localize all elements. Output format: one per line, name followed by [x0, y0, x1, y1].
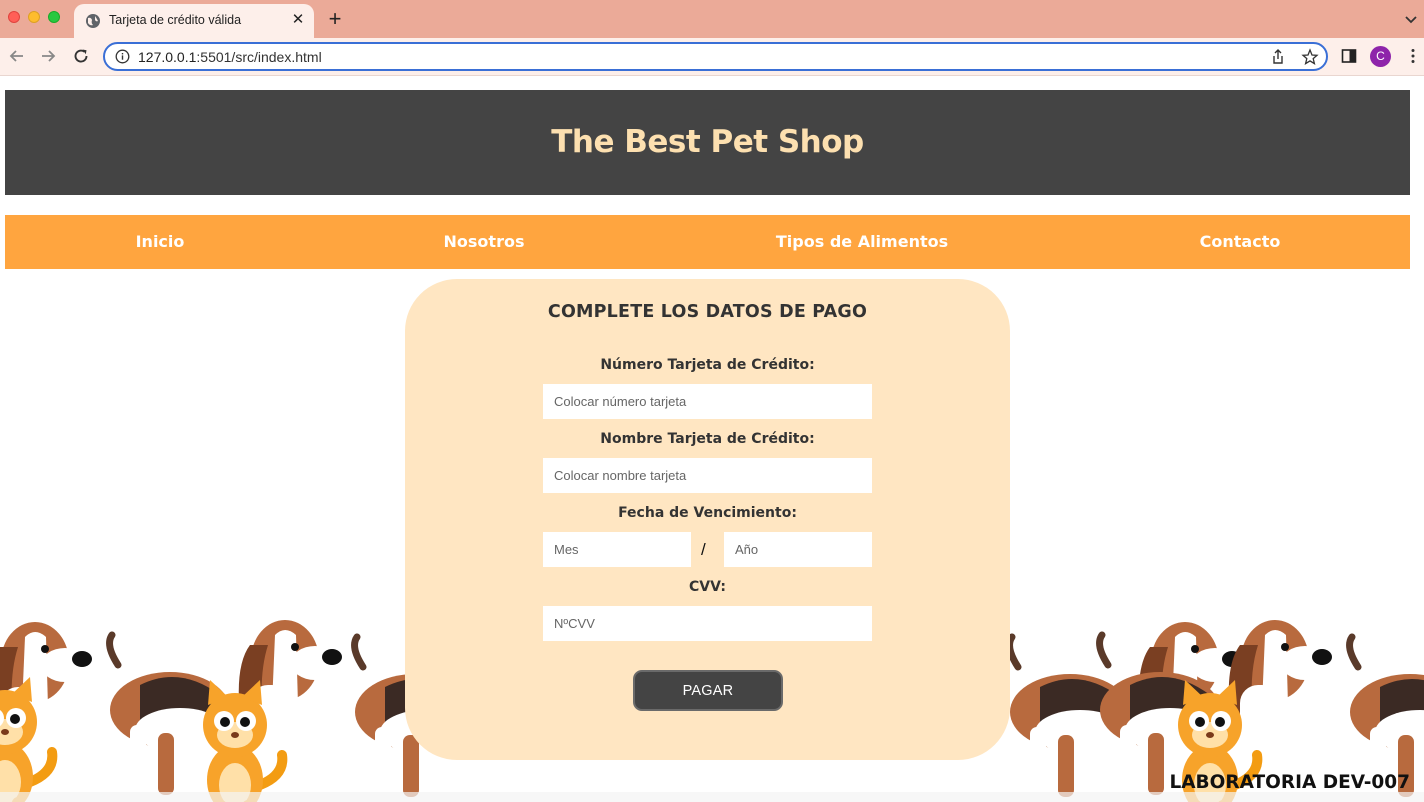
- expiry-month-input[interactable]: [543, 532, 691, 567]
- cvv-label: CVV:: [689, 579, 726, 595]
- maximize-window-icon[interactable]: [48, 11, 60, 23]
- browser-toolbar: 127.0.0.1:5501/src/index.html C: [0, 38, 1424, 76]
- expiry-date-label: Fecha de Vencimiento:: [618, 505, 797, 521]
- card-name-label: Nombre Tarjeta de Crédito:: [600, 431, 815, 447]
- profile-avatar[interactable]: C: [1370, 46, 1391, 67]
- nav-item-contacto[interactable]: Contacto: [1200, 215, 1281, 269]
- form-title: COMPLETE LOS DATOS DE PAGO: [547, 302, 868, 322]
- card-number-input[interactable]: [543, 384, 872, 419]
- back-arrow-icon[interactable]: [7, 46, 27, 66]
- browser-tab[interactable]: Tarjeta de crédito válida ✕: [74, 4, 314, 38]
- more-menu-icon[interactable]: [1404, 47, 1422, 65]
- url-path: :5501/src/index.html: [196, 49, 322, 65]
- nav-item-nosotros[interactable]: Nosotros: [444, 215, 525, 269]
- globe-icon: [86, 14, 100, 28]
- date-separator: /: [701, 540, 706, 559]
- page-viewport: The Best Pet Shop Inicio Nosotros Tipos …: [0, 77, 1424, 802]
- share-icon[interactable]: [1269, 48, 1287, 66]
- chevron-down-icon[interactable]: [1402, 9, 1420, 29]
- close-window-icon[interactable]: [8, 11, 20, 23]
- pay-button[interactable]: PAGAR: [633, 670, 783, 711]
- reload-icon[interactable]: [71, 46, 91, 66]
- side-panel-icon[interactable]: [1340, 47, 1358, 65]
- new-tab-icon[interactable]: +: [324, 7, 346, 31]
- card-name-input[interactable]: [543, 458, 872, 493]
- footer-lab-label: LABORATORIA DEV-007: [1169, 772, 1410, 793]
- expiry-year-input[interactable]: [724, 532, 872, 567]
- close-tab-icon[interactable]: ✕: [289, 10, 307, 30]
- url-text[interactable]: 127.0.0.1:5501/src/index.html: [138, 49, 322, 65]
- bookmark-star-icon[interactable]: [1301, 48, 1319, 66]
- minimize-window-icon[interactable]: [28, 11, 40, 23]
- card-number-label: Número Tarjeta de Crédito:: [600, 357, 815, 373]
- nav-item-inicio[interactable]: Inicio: [136, 215, 185, 269]
- site-header: The Best Pet Shop: [5, 90, 1410, 195]
- beagle-dog-icon: [1350, 622, 1424, 797]
- url-host: 127.0.0.1: [138, 49, 197, 65]
- nav-item-tipos-de-alimentos[interactable]: Tipos de Alimentos: [776, 215, 948, 269]
- browser-tab-strip: Tarjeta de crédito válida ✕ +: [0, 0, 1424, 38]
- cvv-input[interactable]: [543, 606, 872, 641]
- payment-form: COMPLETE LOS DATOS DE PAGO Número Tarjet…: [405, 279, 1010, 760]
- address-bar[interactable]: 127.0.0.1:5501/src/index.html: [103, 42, 1328, 71]
- site-info-icon[interactable]: [115, 49, 130, 64]
- main-nav: Inicio Nosotros Tipos de Alimentos Conta…: [5, 215, 1410, 269]
- site-title: The Best Pet Shop: [551, 124, 864, 160]
- forward-arrow-icon[interactable]: [38, 46, 58, 66]
- tab-title: Tarjeta de crédito válida: [109, 13, 242, 27]
